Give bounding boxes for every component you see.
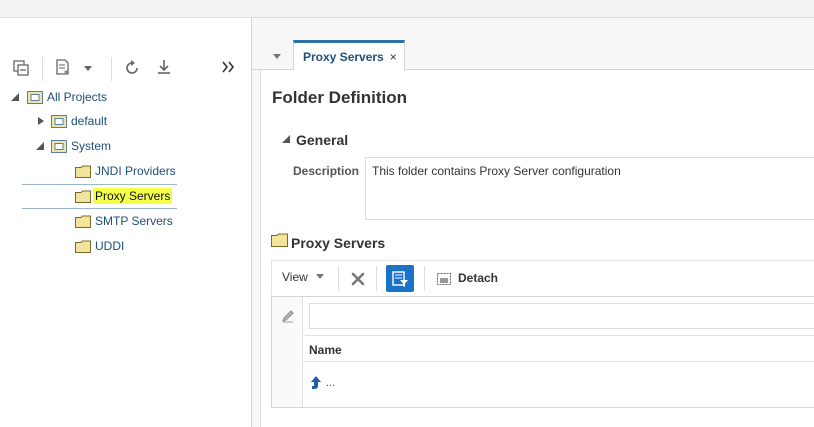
- view-label: View: [282, 270, 308, 284]
- table-row[interactable]: ...: [310, 374, 335, 392]
- project-folder-icon: [51, 115, 67, 128]
- tab-proxy-servers[interactable]: Proxy Servers ×: [293, 40, 405, 71]
- detach-icon[interactable]: [436, 271, 453, 287]
- tree-item-label: UDDI: [95, 239, 125, 253]
- tab-label: Proxy Servers: [303, 50, 384, 64]
- toolbar-separator: [42, 57, 43, 81]
- page-title: Folder Definition: [272, 88, 408, 107]
- tree-item-all-projects[interactable]: All Projects: [27, 87, 107, 107]
- tree-item-label: SMTP Servers: [95, 214, 173, 228]
- collapse-triangle-icon[interactable]: [10, 92, 20, 102]
- tree-item-label: default: [71, 114, 108, 128]
- description-label: Description: [293, 164, 360, 178]
- filter-icon: [392, 271, 408, 287]
- edit-filter-icon[interactable]: [281, 309, 295, 323]
- download-icon[interactable]: [155, 58, 173, 76]
- tab-list-chevron-icon[interactable]: [272, 53, 282, 61]
- view-menu-button[interactable]: View: [282, 270, 325, 284]
- column-header-name[interactable]: Name: [303, 335, 814, 362]
- chevron-down-icon: [316, 274, 325, 279]
- tree-item-jndi-providers[interactable]: JNDI Providers: [75, 161, 176, 181]
- tree-item-label: System: [71, 139, 112, 153]
- tree-item-default[interactable]: default: [51, 111, 107, 131]
- refresh-icon[interactable]: [123, 59, 141, 77]
- toolbar-separator: [111, 57, 112, 81]
- folder-icon: [75, 165, 91, 178]
- column-name-label: Name: [309, 343, 342, 357]
- tree-item-proxy-servers[interactable]: Proxy Servers: [75, 186, 173, 206]
- folder-icon: [271, 233, 288, 247]
- query-by-example-button[interactable]: [386, 265, 414, 292]
- delete-icon[interactable]: [350, 271, 366, 287]
- toolbar-separator: [424, 266, 425, 291]
- up-arrow-icon: [311, 376, 321, 389]
- folder-icon: [75, 215, 91, 228]
- folder-icon: [75, 240, 91, 253]
- tree-item-label: Proxy Servers: [93, 188, 173, 204]
- top-bar: [0, 0, 814, 18]
- detach-button[interactable]: Detach: [458, 271, 498, 285]
- project-folder-icon: [51, 140, 67, 153]
- description-field[interactable]: This folder contains Proxy Server config…: [365, 157, 814, 220]
- tree-item-system[interactable]: System: [51, 136, 111, 156]
- tree-item-uddi[interactable]: UDDI: [75, 236, 124, 256]
- tree-item-smtp-servers[interactable]: SMTP Servers: [75, 211, 173, 231]
- expand-triangle-icon[interactable]: [36, 116, 46, 126]
- project-folder-icon: [27, 91, 43, 104]
- proxy-servers-table: Name ...: [271, 296, 814, 408]
- row-text: ...: [326, 377, 336, 389]
- section-title: Proxy Servers: [291, 235, 386, 251]
- svg-text:*: *: [64, 69, 68, 77]
- tree-item-label: JNDI Providers: [95, 164, 176, 178]
- chevron-down-icon[interactable]: [83, 65, 93, 73]
- tab-strip: Proxy Servers ×: [252, 40, 814, 71]
- project-navigator: * All Projects default System JNDI Provi…: [0, 18, 252, 427]
- toolbar-separator: [338, 266, 339, 291]
- tree-item-label: All Projects: [47, 90, 108, 104]
- table-toolbar: View Detach: [271, 260, 814, 295]
- folder-definition-panel: Folder Definition General Description Th…: [260, 70, 814, 427]
- collapse-triangle-icon[interactable]: [35, 141, 45, 151]
- collapse-all-icon[interactable]: [12, 59, 30, 77]
- new-resource-icon[interactable]: *: [54, 58, 72, 77]
- filter-input[interactable]: [309, 303, 814, 329]
- close-tab-icon[interactable]: ×: [390, 50, 397, 64]
- collapse-section-icon[interactable]: [281, 134, 291, 144]
- editor-area: Proxy Servers × Folder Definition Genera…: [252, 18, 814, 427]
- expand-panel-icon[interactable]: [221, 61, 235, 73]
- toolbar-separator: [376, 266, 377, 291]
- general-section-header[interactable]: General: [296, 132, 348, 148]
- folder-icon: [75, 190, 91, 203]
- row-header-column: [272, 297, 303, 407]
